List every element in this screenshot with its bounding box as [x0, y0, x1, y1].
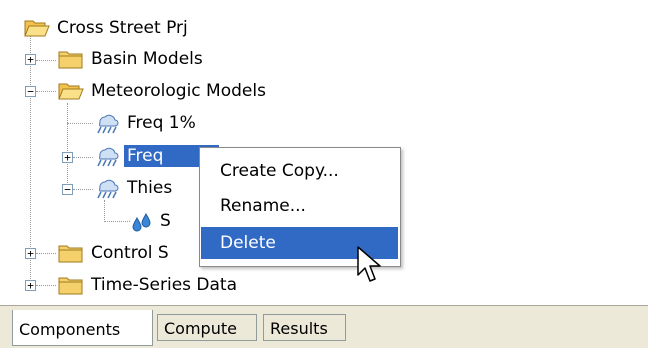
rain-cloud-icon — [94, 177, 120, 199]
tree-item-label: Control S — [91, 243, 169, 263]
folder-icon — [58, 242, 84, 264]
water-drops-icon — [131, 210, 153, 232]
folder-icon — [58, 274, 84, 296]
collapse-toggle[interactable]: − — [62, 184, 73, 195]
tab-components[interactable]: Components — [12, 310, 153, 346]
tree-connector — [36, 91, 56, 92]
tree-connector — [104, 221, 130, 222]
tree-connector — [36, 253, 56, 254]
tree-root-label: Cross Street Prj — [57, 18, 188, 38]
tree-root[interactable]: Cross Street Prj — [24, 15, 191, 41]
tree-connector — [67, 103, 68, 189]
folder-open-icon — [24, 17, 50, 39]
tree-item-s[interactable]: S — [131, 208, 174, 234]
expand-toggle[interactable]: + — [25, 54, 36, 65]
menu-item-create-copy[interactable]: Create Copy... — [201, 155, 398, 187]
menu-item-rename[interactable]: Rename... — [201, 190, 398, 222]
tree-item-thies[interactable]: Thies — [94, 175, 175, 201]
tree-item-label: Freq 1% — [127, 113, 196, 133]
tab-bar: Components Compute Results — [0, 305, 648, 348]
tree-connector — [73, 157, 93, 158]
tab-compute[interactable]: Compute — [157, 314, 257, 341]
tree-item-label: Meteorologic Models — [91, 81, 266, 101]
folder-icon — [58, 48, 84, 70]
expand-toggle[interactable]: + — [25, 248, 36, 259]
rain-cloud-icon — [94, 145, 120, 167]
tree-item-label: Time-Series Data — [91, 275, 238, 295]
tree-connector — [36, 60, 56, 61]
rain-cloud-icon — [94, 112, 120, 134]
tree-item-label: Thies — [127, 178, 173, 198]
tree-item-label: S — [160, 211, 171, 231]
expand-toggle[interactable]: + — [62, 152, 73, 163]
tree-connector — [36, 285, 56, 286]
tree-item-freq-1[interactable]: Freq 1% — [94, 110, 199, 136]
tree-item-label: Basin Models — [91, 49, 203, 69]
tree-item-meteorologic-models[interactable]: Meteorologic Models — [58, 78, 269, 104]
tree-item-control-specifications[interactable]: Control S — [58, 240, 172, 266]
tree-connector — [67, 123, 93, 124]
tree-connector — [73, 189, 93, 190]
mouse-cursor-icon — [357, 246, 381, 282]
tree-connector — [104, 200, 105, 222]
tree-item-time-series-data[interactable]: Time-Series Data — [58, 272, 240, 298]
folder-open-icon — [58, 80, 84, 102]
tab-results[interactable]: Results — [263, 314, 346, 341]
tree-item-basin-models[interactable]: Basin Models — [58, 46, 206, 72]
expand-toggle[interactable]: + — [25, 280, 36, 291]
collapse-toggle[interactable]: − — [25, 86, 36, 97]
